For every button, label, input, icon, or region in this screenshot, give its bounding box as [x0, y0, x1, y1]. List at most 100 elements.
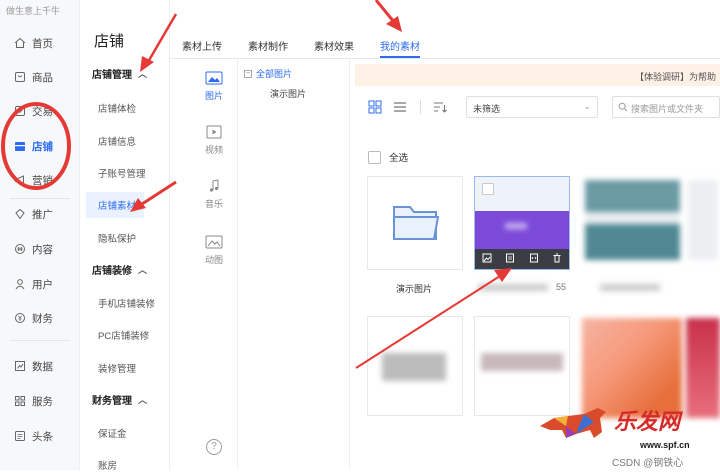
- subnav-item-decor-manage[interactable]: 装修管理: [98, 361, 136, 375]
- group-store-decor[interactable]: 店铺装修 ︿: [92, 262, 147, 277]
- type-video[interactable]: 视频: [190, 125, 238, 156]
- nav-label: 服务: [32, 395, 53, 408]
- nav-item-data[interactable]: 数据: [14, 357, 53, 375]
- select-all[interactable]: 全选: [368, 150, 408, 164]
- filter-value: 未筛选: [473, 104, 501, 114]
- image-card-blurred[interactable]: [686, 318, 720, 418]
- select-all-checkbox[interactable]: [368, 150, 381, 164]
- nav-label: 商品: [32, 71, 53, 84]
- image-card-blurred[interactable]: [582, 318, 682, 418]
- chevron-up-icon: ︿: [138, 265, 148, 275]
- group-store-manage[interactable]: 店铺管理 ︿: [92, 66, 147, 81]
- chevron-up-icon: ︿: [138, 69, 148, 79]
- nav-item-service[interactable]: 服务: [14, 392, 53, 410]
- subnav-item-mobile-decor[interactable]: 手机店铺装修: [98, 296, 155, 310]
- toolbar-divider: [420, 100, 421, 114]
- subnav-item-subaccount[interactable]: 子账号管理: [98, 166, 146, 180]
- tree-item-demo[interactable]: 演示图片: [270, 87, 306, 100]
- folder-caption: 演示图片: [396, 284, 433, 294]
- nav-item-store[interactable]: 店铺: [14, 137, 53, 155]
- copy-link-icon[interactable]: [505, 253, 515, 266]
- image-card-selected[interactable]: [474, 176, 570, 270]
- nav-item-headline[interactable]: 头条: [14, 427, 53, 445]
- nav-divider: [10, 198, 70, 199]
- search-input[interactable]: 搜索图片或文件夹: [612, 96, 720, 118]
- nav-item-goods[interactable]: 商品: [14, 68, 53, 86]
- type-label: 动图: [204, 255, 223, 265]
- image-preview-icon[interactable]: [482, 253, 492, 266]
- image-checkbox[interactable]: [482, 183, 494, 195]
- type-image[interactable]: 图片: [190, 71, 238, 102]
- subnav-item-materials[interactable]: 店铺素材: [86, 192, 144, 218]
- folder-tree: − 全部图片 演示图片: [238, 59, 350, 470]
- sort-icon[interactable]: [433, 100, 447, 114]
- tree-root-label: 全部图片: [256, 69, 293, 79]
- store-subnav: 店铺 店铺管理 ︿ 店铺体检 店铺信息 子账号管理 店铺素材 隐私保护 店铺装修…: [80, 0, 170, 472]
- subnav-item-pc-decor[interactable]: PC店铺装修: [98, 328, 149, 342]
- finance-icon: [14, 312, 26, 324]
- nav-divider: [10, 340, 70, 341]
- type-music[interactable]: 音乐: [190, 179, 238, 210]
- image-card[interactable]: [367, 316, 463, 416]
- type-label: 图片: [204, 91, 223, 101]
- music-icon: [205, 179, 223, 193]
- nav-item-promote[interactable]: 推广: [14, 205, 53, 223]
- grid-view-icon[interactable]: [368, 100, 382, 114]
- subnav-item-privacy[interactable]: 隐私保护: [98, 231, 136, 245]
- nav-item-home[interactable]: 首页: [14, 34, 53, 52]
- material-type-list: 图片 视频 音乐 动图 ?: [190, 59, 238, 470]
- store-icon: [14, 140, 26, 152]
- image-card-blurred[interactable]: [585, 180, 680, 260]
- survey-banner-text[interactable]: 【体验调研】为帮助: [635, 70, 716, 83]
- subnav-item-checkup[interactable]: 店铺体检: [98, 101, 136, 115]
- material-tabs: 素材上传 素材制作 素材效果 我的素材: [182, 28, 420, 58]
- folder-icon: [393, 206, 440, 240]
- nav-item-marketing[interactable]: 营销: [14, 171, 53, 189]
- group-label: 店铺装修: [92, 266, 132, 277]
- image-caption-suffix: 55: [556, 282, 567, 292]
- copy-code-icon[interactable]: [529, 253, 539, 266]
- nav-item-user[interactable]: 用户: [14, 275, 53, 293]
- tab-effect[interactable]: 素材效果: [314, 28, 354, 58]
- image-card[interactable]: [474, 316, 570, 416]
- gif-icon: [205, 235, 223, 249]
- nav-label: 财务: [32, 312, 53, 325]
- nav-item-content[interactable]: 内容: [14, 240, 53, 258]
- home-icon: [14, 37, 26, 49]
- subnav-item-deposit[interactable]: 保证金: [98, 426, 127, 440]
- type-gif[interactable]: 动图: [190, 235, 238, 266]
- folder-card-demo[interactable]: [367, 176, 463, 270]
- group-finance[interactable]: 财务管理 ︿: [92, 392, 147, 407]
- megaphone-icon: [14, 174, 26, 186]
- tab-my-materials[interactable]: 我的素材: [380, 28, 420, 58]
- collapse-icon[interactable]: −: [244, 69, 252, 78]
- filter-select[interactable]: 未筛选 ⌄: [466, 96, 598, 118]
- type-label: 视频: [204, 145, 223, 155]
- group-label: 店铺管理: [92, 70, 132, 81]
- list-view-icon[interactable]: [393, 100, 407, 114]
- delete-icon[interactable]: [552, 253, 562, 266]
- image-caption-blurred: [600, 284, 660, 291]
- image-thumbnail: [475, 211, 569, 249]
- subnav-item-info[interactable]: 店铺信息: [98, 134, 136, 148]
- watermark-logo-text: 乐发网: [614, 409, 681, 435]
- main-nav: 做生意上千牛 首页 商品 交易 店铺 营销 推广 内容 用户 财务 数据 服务 …: [0, 0, 80, 470]
- nav-label: 数据: [32, 360, 53, 373]
- image-card-blurred[interactable]: [688, 180, 718, 260]
- nav-item-trade[interactable]: 交易: [14, 102, 53, 120]
- tree-root-all-images[interactable]: − 全部图片: [244, 67, 292, 80]
- image-icon: [205, 71, 223, 85]
- type-label: 音乐: [204, 199, 223, 209]
- tab-upload[interactable]: 素材上传: [182, 28, 222, 58]
- video-icon: [205, 125, 223, 139]
- image-action-bar: [475, 249, 569, 269]
- tab-make[interactable]: 素材制作: [248, 28, 288, 58]
- nav-label: 交易: [32, 105, 53, 118]
- nav-label: 首页: [32, 37, 53, 50]
- nav-item-finance[interactable]: 财务: [14, 309, 53, 327]
- help-button[interactable]: ?: [190, 439, 238, 455]
- annotation-arrow-head: [494, 268, 512, 282]
- select-all-label: 全选: [389, 153, 409, 164]
- nav-label: 内容: [32, 243, 53, 256]
- chevron-up-icon: ︿: [138, 395, 148, 405]
